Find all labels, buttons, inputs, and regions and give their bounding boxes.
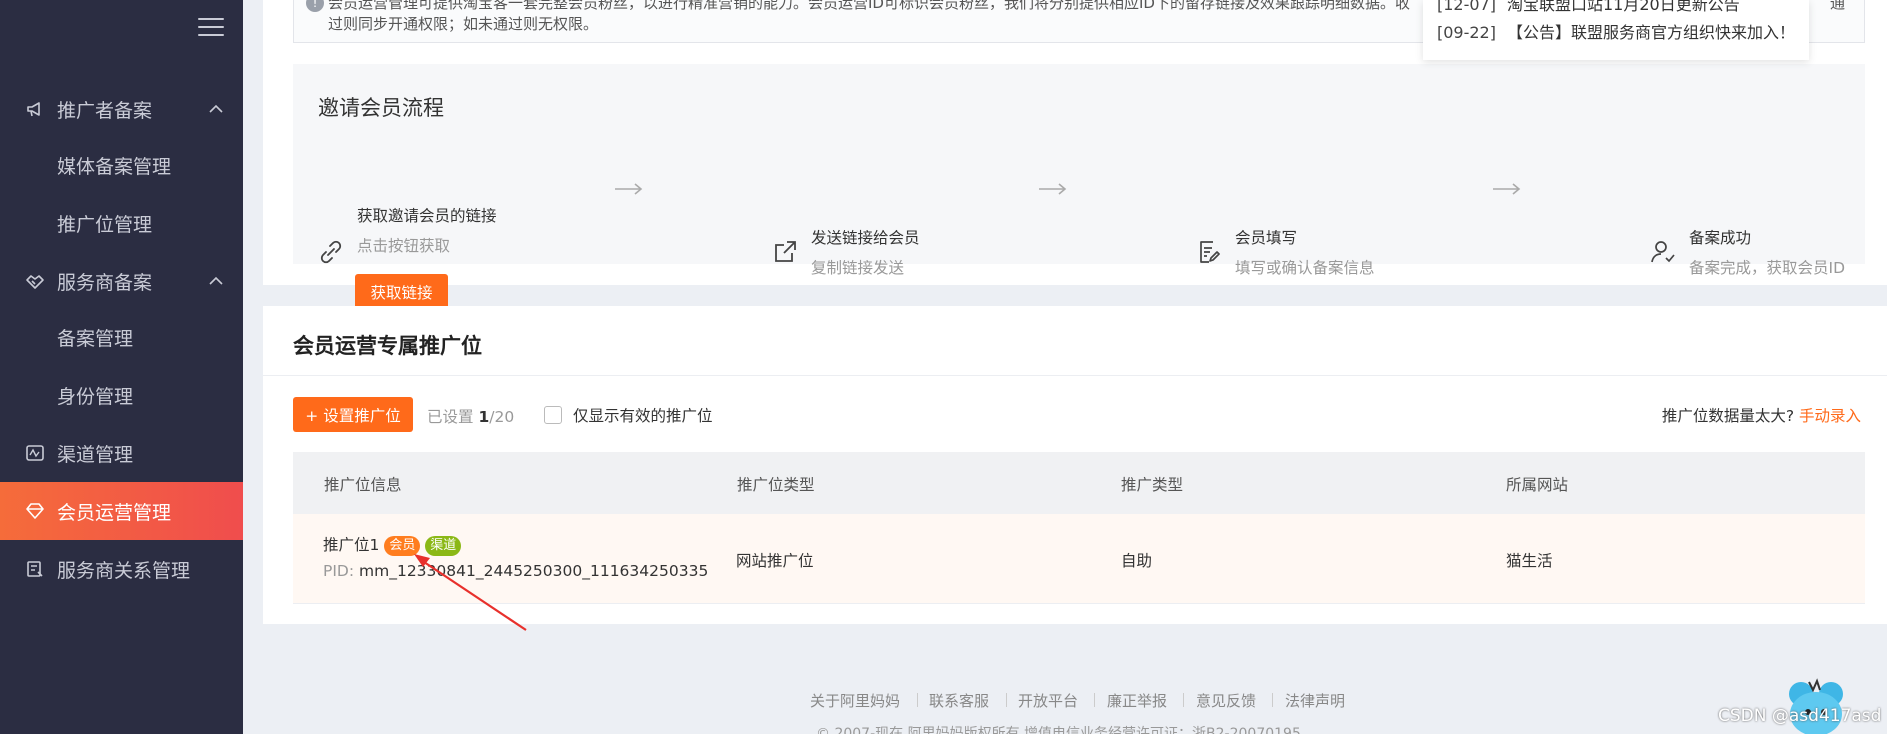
section-title: 会员运营专属推广位 xyxy=(293,334,482,358)
footer-link[interactable]: 法律声明 xyxy=(1285,690,1345,711)
form-edit-icon xyxy=(1200,241,1220,263)
step-title: 获取邀请会员的链接 xyxy=(357,207,497,225)
sidebar-group-promoter-filing[interactable]: 推广者备案 xyxy=(0,80,243,138)
step-desc: 点击按钮获取 xyxy=(357,237,451,255)
notice-line-1: 会员运营管理可提供淘宝客一套完整会员粉丝，以进行精准营销的能力。会员运营ID可标… xyxy=(328,0,1410,12)
sidebar-item-adzone-manage[interactable]: 推广位管理 xyxy=(0,194,243,252)
sidebar: 推广者备案 媒体备案管理 推广位管理 服务商备案 备案管理 身份管理 渠道管理 … xyxy=(0,0,243,734)
step-title: 备案成功 xyxy=(1689,229,1752,247)
step-title: 发送链接给会员 xyxy=(811,229,920,247)
hint-text: 推广位数据量太大? xyxy=(1661,407,1795,425)
channel-icon xyxy=(25,443,45,463)
column-header: 推广位信息 xyxy=(324,476,402,494)
announcement-text: 淘宝联盟口站11月20日更新公告 xyxy=(1507,0,1740,14)
chevron-up-icon xyxy=(209,104,223,113)
copyright: © 2007-现在 阿里妈妈版权所有 增值电信业务经营许可证：浙B2-20070… xyxy=(816,726,1301,734)
sidebar-item-label: 身份管理 xyxy=(57,385,134,408)
promo-type: 自助 xyxy=(1121,552,1153,570)
get-link-button[interactable]: 获取链接 xyxy=(355,274,448,309)
chevron-up-icon xyxy=(209,276,223,285)
user-check-icon xyxy=(1651,241,1675,263)
announcement-text: 【公告】联盟服务商官方组织快来加入！ xyxy=(1507,23,1796,42)
sidebar-group-label: 推广者备案 xyxy=(57,99,153,122)
set-count: 1 xyxy=(478,408,490,426)
section-header: 会员运营专属推广位 xyxy=(263,306,1887,376)
megaphone-icon xyxy=(25,99,45,119)
annotation-arrow xyxy=(414,554,527,631)
valid-only-label: 仅显示有效的推广位 xyxy=(572,407,713,425)
valid-only-checkbox[interactable] xyxy=(544,406,562,424)
announcement-item[interactable]: [09-22] 【公告】联盟服务商官方组织快来加入！ xyxy=(1437,19,1795,43)
announcement-date: [12-07] xyxy=(1437,0,1496,14)
sidebar-item-label: 渠道管理 xyxy=(57,443,134,466)
column-header: 推广位类型 xyxy=(737,476,815,494)
add-adzone-button[interactable]: + 设置推广位 xyxy=(293,397,413,432)
footer-link[interactable]: 关于阿里妈妈 xyxy=(810,690,900,711)
footer-link[interactable]: 意见反馈 xyxy=(1196,690,1256,711)
sidebar-group-label: 服务商备案 xyxy=(57,271,153,294)
arrow-right-icon xyxy=(615,183,643,195)
step-title: 会员填写 xyxy=(1235,229,1298,247)
footer-link[interactable]: 开放平台 xyxy=(1018,690,1078,711)
sidebar-item-member-ops[interactable]: 会员运营管理 xyxy=(0,482,243,540)
announcement-popover: [12-07] 淘宝联盟口站11月20日更新公告 [09-22] 【公告】联盟服务商… xyxy=(1423,0,1809,60)
arrow-right-icon xyxy=(1039,183,1067,195)
notice-line-2: 过则同步开通权限；如未通过则无权限。 xyxy=(328,15,599,33)
menu-toggle-icon[interactable] xyxy=(198,18,224,38)
set-label: 已设置 xyxy=(427,408,474,426)
share-icon xyxy=(775,241,796,262)
adzone-type: 网站推广位 xyxy=(736,552,814,570)
info-icon: ! xyxy=(306,0,324,12)
sidebar-group-provider-filing[interactable]: 服务商备案 xyxy=(0,252,243,310)
adzone-table-header: 推广位信息 推广位类型 推广类型 所属网站 xyxy=(293,452,1865,514)
column-header: 所属网站 xyxy=(1506,476,1569,494)
column-header: 推广类型 xyxy=(1121,476,1184,494)
watermark: CSDN @asd417asd xyxy=(1718,706,1882,726)
announcement-item[interactable]: [12-07] 淘宝联盟口站11月20日更新公告 xyxy=(1437,0,1740,15)
diamond-icon xyxy=(25,501,45,521)
sidebar-item-label: 媒体备案管理 xyxy=(57,155,172,178)
sidebar-item-provider-relation[interactable]: 服务商关系管理 xyxy=(0,540,243,598)
manual-entry-hint: 推广位数据量太大? 手动录入 xyxy=(1662,404,1861,426)
sidebar-item-label: 服务商关系管理 xyxy=(57,559,191,582)
site-name: 猫生活 xyxy=(1506,552,1553,570)
notice-line-1-tail: 通 xyxy=(1830,0,1846,12)
valid-only-filter[interactable]: 仅显示有效的推广位 xyxy=(544,404,712,426)
sidebar-item-label: 会员运营管理 xyxy=(57,501,172,524)
adzone-name: 推广位1 xyxy=(323,536,380,554)
sidebar-item-media-filing[interactable]: 媒体备案管理 xyxy=(0,136,243,194)
set-total: /20 xyxy=(489,408,515,426)
sidebar-item-identity-manage[interactable]: 身份管理 xyxy=(0,366,243,424)
footer-link[interactable]: 廉正举报 xyxy=(1107,690,1167,711)
step-desc: 填写或确认备案信息 xyxy=(1235,259,1375,277)
arrow-right-icon xyxy=(1493,183,1521,195)
manual-entry-link[interactable]: 手动录入 xyxy=(1799,407,1861,425)
pid-label: PID: xyxy=(323,562,355,580)
invite-flow: 邀请会员流程 获取邀请会员的链接 点击按钮获取 获取链接 发送链接给会员 复制链… xyxy=(293,64,1865,309)
adzone-count: 已设置 1/20 xyxy=(427,405,514,427)
announcement-date: [09-22] xyxy=(1437,23,1496,42)
link-icon xyxy=(320,240,342,264)
step-desc: 备案完成，获取会员ID xyxy=(1689,259,1846,277)
sidebar-item-label: 备案管理 xyxy=(57,327,134,350)
flow-title: 邀请会员流程 xyxy=(318,96,444,120)
handshake-icon xyxy=(25,271,45,291)
sidebar-item-filing-manage[interactable]: 备案管理 xyxy=(0,308,243,366)
step-desc: 复制链接发送 xyxy=(811,259,905,277)
sidebar-item-channel[interactable]: 渠道管理 xyxy=(0,424,243,482)
sidebar-item-label: 推广位管理 xyxy=(57,213,153,236)
footer-link[interactable]: 联系客服 xyxy=(929,690,989,711)
relation-icon xyxy=(25,559,45,579)
